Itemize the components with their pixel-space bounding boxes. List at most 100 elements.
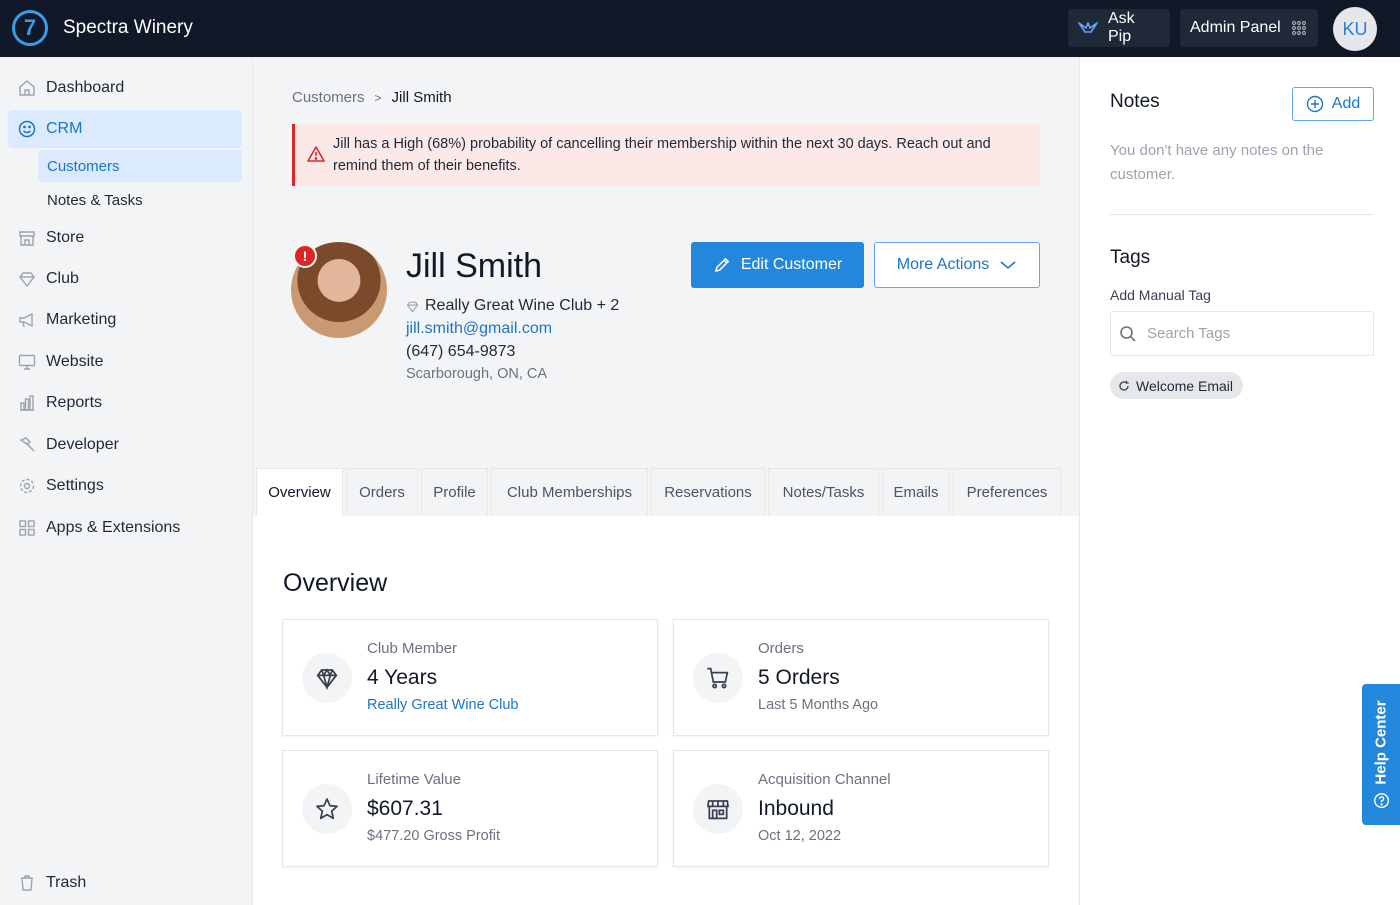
diamond-icon <box>18 270 36 288</box>
overview-panel: Overview Club Member 4 Years Really Grea… <box>253 516 1079 905</box>
app-logo[interactable]: 7 <box>12 10 48 46</box>
customer-email-link[interactable]: jill.smith@gmail.com <box>406 320 552 338</box>
card-value: 5 Orders <box>758 666 840 689</box>
bird-icon <box>1078 20 1098 36</box>
cart-icon <box>693 653 743 703</box>
sidebar-item-website[interactable]: Website <box>8 343 242 381</box>
sidebar-subitem-notes-tasks[interactable]: Notes & Tasks <box>38 184 242 216</box>
sidebar-item-label: Dashboard <box>46 79 125 96</box>
diamond-icon <box>302 653 352 703</box>
admin-panel-button[interactable]: Admin Panel <box>1180 9 1318 47</box>
trash-icon <box>18 874 36 892</box>
tag-search-box[interactable] <box>1110 311 1374 356</box>
main-content: Customers > Jill Smith Jill has a High (… <box>253 57 1079 905</box>
sidebar-item-label: Website <box>46 353 104 370</box>
search-icon <box>1119 325 1137 343</box>
tab-club-memberships[interactable]: Club Memberships <box>491 468 648 516</box>
acquisition-channel-card: Acquisition Channel Inbound Oct 12, 2022 <box>673 750 1049 867</box>
help-circle-icon <box>1373 793 1389 809</box>
sidebar-item-apps-extensions[interactable]: Apps & Extensions <box>8 509 242 547</box>
sidebar-item-trash[interactable]: Trash <box>8 864 242 902</box>
add-manual-tag-label: Add Manual Tag <box>1110 287 1211 303</box>
sidebar-item-settings[interactable]: Settings <box>8 467 242 505</box>
sidebar-item-label: CRM <box>46 120 83 137</box>
tags-title: Tags <box>1110 247 1151 268</box>
sidebar-item-store[interactable]: Store <box>8 219 242 257</box>
sidebar-item-label: Trash <box>46 874 87 891</box>
card-label: Lifetime Value <box>367 771 461 788</box>
chevron-down-icon <box>999 259 1017 271</box>
tab-reservations[interactable]: Reservations <box>651 468 765 516</box>
grid-icon <box>1291 20 1307 36</box>
club-link[interactable]: Really Great Wine Club <box>367 697 519 713</box>
overview-title: Overview <box>283 569 388 597</box>
star-icon <box>302 784 352 834</box>
divider <box>1110 214 1374 215</box>
tab-orders[interactable]: Orders <box>346 468 418 516</box>
edit-customer-button[interactable]: Edit Customer <box>691 242 864 288</box>
tag-search-input[interactable] <box>1147 325 1347 342</box>
sidebar-item-label: Club <box>46 270 79 287</box>
tab-overview[interactable]: Overview <box>256 468 343 516</box>
card-value: Inbound <box>758 797 834 820</box>
sidebar-item-developer[interactable]: Developer <box>8 426 242 464</box>
megaphone-icon <box>18 311 36 329</box>
customer-name: Jill Smith <box>406 247 543 285</box>
sidebar-item-marketing[interactable]: Marketing <box>8 301 242 339</box>
tab-profile[interactable]: Profile <box>421 468 488 516</box>
sidebar-item-crm[interactable]: CRM <box>8 110 242 148</box>
tag-chip-label: Welcome Email <box>1136 377 1233 394</box>
tab-emails[interactable]: Emails <box>882 468 950 516</box>
customer-club: Really Great Wine Club + 2 <box>406 297 619 315</box>
notes-title: Notes <box>1110 91 1160 112</box>
sidebar-item-label: Marketing <box>46 311 117 328</box>
orders-card: Orders 5 Orders Last 5 Months Ago <box>673 619 1049 736</box>
edit-customer-label: Edit Customer <box>740 256 843 273</box>
sidebar-item-label: Store <box>46 229 85 246</box>
sidebar-item-club[interactable]: Club <box>8 260 242 298</box>
churn-alert: Jill has a High (68%) probability of can… <box>292 124 1040 186</box>
customer-tabs: Overview Orders Profile Club Memberships… <box>256 468 1061 516</box>
club-member-card: Club Member 4 Years Really Great Wine Cl… <box>282 619 658 736</box>
apps-icon <box>18 519 36 537</box>
warning-icon <box>307 145 325 170</box>
card-subtext: Oct 12, 2022 <box>758 828 842 844</box>
add-note-button[interactable]: Add <box>1292 87 1374 121</box>
breadcrumb-separator: > <box>374 90 382 105</box>
top-bar: 7 Spectra Winery Ask Pip Admin Panel KU <box>0 0 1400 57</box>
monitor-icon <box>18 353 36 371</box>
tab-preferences[interactable]: Preferences <box>953 468 1061 516</box>
breadcrumb-customers-link[interactable]: Customers <box>292 89 365 106</box>
customer-club-label: Really Great Wine Club + 2 <box>425 297 620 314</box>
alert-flag-badge: ! <box>293 244 317 268</box>
sidebar-item-label: Reports <box>46 394 103 411</box>
help-center-label: Help Center <box>1372 700 1390 785</box>
customer-phone: (647) 654-9873 <box>406 343 516 360</box>
gear-icon <box>18 477 36 495</box>
card-subtext: $477.20 Gross Profit <box>367 828 500 844</box>
more-actions-button[interactable]: More Actions <box>874 242 1040 288</box>
ask-pip-button[interactable]: Ask Pip <box>1068 9 1170 47</box>
help-center-button[interactable]: Help Center <box>1362 684 1400 825</box>
admin-panel-label: Admin Panel <box>1190 19 1281 36</box>
more-actions-label: More Actions <box>896 256 990 273</box>
sidebar-item-label: Apps & Extensions <box>46 519 181 536</box>
breadcrumb-current: Jill Smith <box>391 89 452 106</box>
sidebar: Dashboard CRM Customers Notes & Tasks St… <box>0 57 253 905</box>
sidebar-subitem-customers[interactable]: Customers <box>38 150 242 182</box>
add-note-label: Add <box>1331 95 1361 112</box>
sidebar-item-reports[interactable]: Reports <box>8 384 242 422</box>
store-icon <box>18 229 36 247</box>
right-panel: Notes Add You don't have any notes on th… <box>1079 57 1400 905</box>
tag-chip[interactable]: Welcome Email <box>1110 372 1243 399</box>
user-avatar[interactable]: KU <box>1333 7 1377 51</box>
sidebar-item-dashboard[interactable]: Dashboard <box>8 69 242 107</box>
pencil-icon <box>713 256 731 274</box>
home-icon <box>18 79 36 97</box>
card-value: $607.31 <box>367 797 443 820</box>
card-label: Acquisition Channel <box>758 771 891 788</box>
card-label: Orders <box>758 640 804 657</box>
notes-empty-message: You don't have any notes on the customer… <box>1110 142 1324 183</box>
breadcrumb: Customers > Jill Smith <box>292 89 452 106</box>
tab-notes-tasks[interactable]: Notes/Tasks <box>768 468 879 516</box>
